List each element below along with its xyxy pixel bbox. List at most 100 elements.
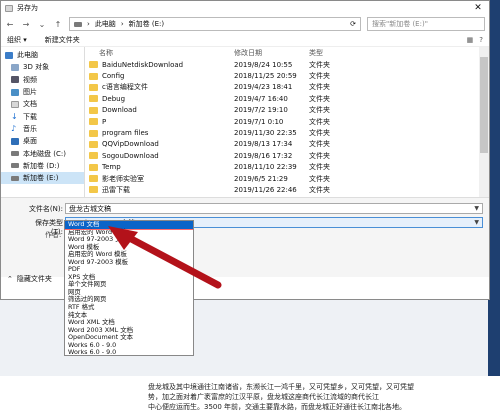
nav-item[interactable]: ♪ 音乐 <box>1 123 84 135</box>
savetype-option[interactable]: Word 97-2003 模板 <box>65 258 193 267</box>
background-document-text: 盘龙城及其中境通往江南诸省，东濒长江一鸿千里，又可凭望乡，又可凭望，又可凭望 势… <box>0 376 500 412</box>
close-button[interactable]: ✕ <box>467 1 489 15</box>
video-icon <box>11 76 19 84</box>
help-icon[interactable]: ? <box>479 36 483 44</box>
refresh-icon[interactable]: ⟳ <box>350 20 360 28</box>
music-icon: ♪ <box>11 124 17 134</box>
folder-icon <box>89 175 98 183</box>
file-date: 2019/8/16 17:32 <box>234 151 293 160</box>
view-options-icon[interactable]: ▦ <box>467 36 474 44</box>
file-type: 文件夹 <box>309 106 330 115</box>
chevron-down-icon[interactable]: ▼ <box>474 219 479 226</box>
file-row[interactable]: P 2019/7/1 0:10 文件夹 <box>85 116 489 127</box>
organize-button[interactable]: 组织 ▾ <box>7 35 27 45</box>
file-row[interactable]: Download 2019/7/2 19:10 文件夹 <box>85 105 489 116</box>
folder-icon <box>89 163 98 171</box>
file-row[interactable]: Temp 2018/11/10 22:39 文件夹 <box>85 162 489 173</box>
file-name: 迅雷下载 <box>102 185 130 194</box>
nav-item[interactable]: 本地磁盘 (C:) <box>1 147 84 159</box>
chevron-down-icon[interactable]: ▼ <box>474 205 479 212</box>
breadcrumb-drive-e[interactable]: 新加卷 (E:) <box>129 19 164 29</box>
file-row[interactable]: c语言编程文件 2019/4/23 18:41 文件夹 <box>85 82 489 93</box>
breadcrumb-pc[interactable]: 此电脑 <box>95 19 116 29</box>
file-type: 文件夹 <box>309 117 330 126</box>
desktop-icon <box>11 137 19 145</box>
file-row[interactable]: Config 2018/11/25 20:59 文件夹 <box>85 70 489 81</box>
folder-icon <box>89 83 98 91</box>
folder-icon <box>89 140 98 148</box>
file-row[interactable]: 影老师实验室 2019/6/5 21:29 文件夹 <box>85 173 489 184</box>
picture-icon <box>11 88 19 96</box>
nav-item-label: 下载 <box>23 112 37 121</box>
file-name: c语言编程文件 <box>102 83 148 92</box>
column-type[interactable]: 类型 <box>305 48 365 58</box>
file-row[interactable]: BaiduNetdiskDownload 2019/8/24 10:55 文件夹 <box>85 59 489 70</box>
file-row[interactable]: 迅雷下载 2019/11/26 22:46 文件夹 <box>85 184 489 195</box>
file-name: Download <box>102 106 137 115</box>
file-name: Config <box>102 72 125 81</box>
forward-arrow-icon[interactable]: → <box>21 20 31 29</box>
nav-item-label: 本地磁盘 (C:) <box>23 149 66 158</box>
nav-item[interactable]: 此电脑 <box>1 49 84 61</box>
document-icon <box>11 100 19 108</box>
hide-folders-toggle[interactable]: ⌃ 隐藏文件夹 <box>7 274 52 284</box>
file-row[interactable]: program files 2019/11/30 22:35 文件夹 <box>85 127 489 138</box>
recent-chevron-icon[interactable]: ⌄ <box>37 20 47 29</box>
file-name: QQVipDownload <box>102 140 159 149</box>
file-type: 文件夹 <box>309 72 330 81</box>
nav-item-label: 新加卷 (D:) <box>23 161 60 170</box>
nav-item[interactable]: 3D 对象 <box>1 61 84 73</box>
column-name[interactable]: 名称 <box>85 48 228 58</box>
folder-icon <box>89 61 98 69</box>
chevron-up-icon: ⌃ <box>7 275 13 283</box>
nav-item[interactable]: 图片 <box>1 86 84 98</box>
file-date: 2019/11/26 22:46 <box>234 185 297 194</box>
nav-item[interactable]: 新加卷 (D:) <box>1 160 84 172</box>
file-row[interactable]: Debug 2019/4/7 16:40 文件夹 <box>85 93 489 104</box>
file-list-scrollbar[interactable] <box>479 47 489 197</box>
drive-icon <box>74 21 82 27</box>
address-field[interactable]: › 此电脑 › 新加卷 (E:) ⟳ <box>69 17 361 31</box>
file-list-header: 名称 修改日期 类型 <box>85 47 489 59</box>
savetype-option[interactable]: 单个文件网页 <box>65 281 193 289</box>
folder-icon <box>89 118 98 126</box>
cube-icon <box>11 63 19 71</box>
file-row[interactable]: SogouDownload 2019/8/16 17:32 文件夹 <box>85 150 489 161</box>
file-name: SogouDownload <box>102 151 159 160</box>
scrollbar-thumb[interactable] <box>480 57 488 153</box>
new-folder-button[interactable]: 新建文件夹 <box>45 35 80 45</box>
nav-item-label: 音乐 <box>23 124 37 133</box>
file-date: 2019/7/1 0:10 <box>234 117 284 126</box>
folder-icon <box>89 186 98 194</box>
file-date: 2019/6/5 21:29 <box>234 174 288 183</box>
file-type: 文件夹 <box>309 83 330 92</box>
savetype-dropdown-list: Word 文档 启用宏的 Word 文档 Word 97-2003 文档 Word 模… <box>64 220 194 356</box>
file-date: 2018/11/25 20:59 <box>234 72 297 81</box>
nav-item[interactable]: 文档 <box>1 98 84 110</box>
file-row[interactable]: QQVipDownload 2019/8/13 17:34 文件夹 <box>85 139 489 150</box>
search-input[interactable]: 搜索"新加卷 (E:)" <box>367 17 485 31</box>
nav-item[interactable]: 新加卷 (E:) <box>1 171 84 185</box>
drive-icon <box>11 163 19 169</box>
folder-icon <box>89 152 98 160</box>
savetype-option[interactable]: Works 6.0 - 9.0 <box>65 349 193 355</box>
file-date: 2019/7/2 19:10 <box>234 106 288 115</box>
up-arrow-icon[interactable]: ↑ <box>53 20 63 29</box>
file-name: Temp <box>102 163 121 172</box>
nav-item[interactable]: 视频 <box>1 74 84 86</box>
download-icon: ↓ <box>11 112 18 122</box>
file-type: 文件夹 <box>309 129 330 138</box>
file-name: Debug <box>102 94 126 103</box>
folder-icon <box>89 106 98 114</box>
nav-item[interactable]: ↓ 下载 <box>1 110 84 122</box>
file-list: 名称 修改日期 类型 BaiduNetdiskDownload 2019/8/24… <box>85 47 489 197</box>
back-arrow-icon[interactable]: ← <box>5 20 15 29</box>
column-date[interactable]: 修改日期 <box>228 48 305 58</box>
file-type: 文件夹 <box>309 185 330 194</box>
filename-field[interactable]: 盘龙古城文稿 ▼ <box>65 203 483 214</box>
drive-icon <box>11 175 19 181</box>
drive-icon <box>11 151 19 157</box>
nav-item[interactable]: 桌面 <box>1 135 84 147</box>
nav-item-label: 此电脑 <box>17 51 38 60</box>
nav-item-label: 新加卷 (E:) <box>23 174 59 183</box>
